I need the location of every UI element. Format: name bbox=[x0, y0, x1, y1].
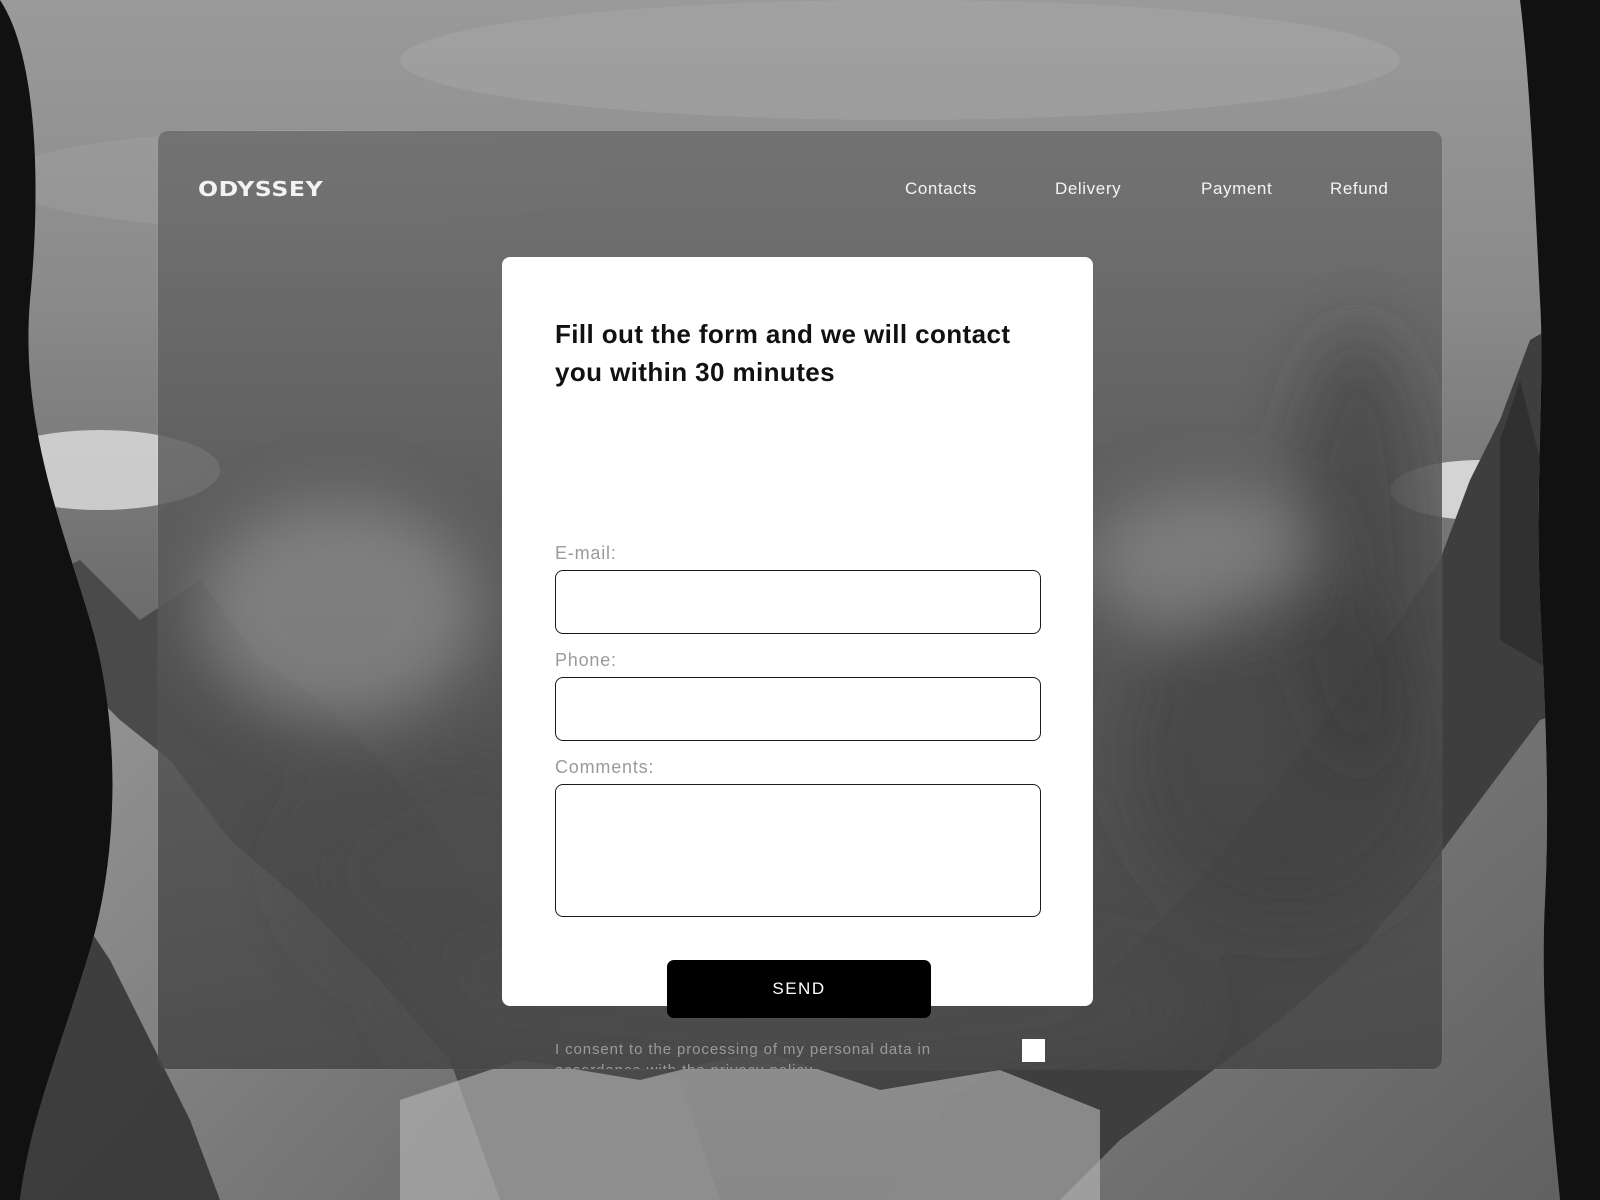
nav-contacts-link[interactable]: Contacts bbox=[905, 179, 977, 199]
form-title: Fill out the form and we will contact yo… bbox=[555, 319, 1011, 387]
frosted-header-panel: ODYSSEY Contacts Delivery Payment Refund… bbox=[158, 131, 1442, 1069]
phone-label: Phone: bbox=[555, 650, 617, 670]
top-navigation: Contacts Delivery Payment Refund bbox=[158, 179, 1442, 203]
nav-refund-link[interactable]: Refund bbox=[1330, 179, 1388, 199]
consent-text: I consent to the processing of my person… bbox=[555, 1041, 932, 1069]
send-button[interactable]: SEND bbox=[667, 960, 931, 1018]
comments-textarea[interactable] bbox=[555, 784, 1041, 917]
comments-label: Comments: bbox=[555, 757, 655, 777]
phone-input[interactable] bbox=[555, 677, 1041, 741]
nav-delivery-link[interactable]: Delivery bbox=[1055, 179, 1121, 199]
email-input[interactable] bbox=[555, 570, 1041, 634]
consent-checkbox[interactable] bbox=[1021, 1038, 1046, 1063]
email-label: E-mail: bbox=[555, 543, 617, 563]
nav-payment-link[interactable]: Payment bbox=[1201, 179, 1272, 199]
contact-form-card: Fill out the form and we will contact yo… bbox=[502, 257, 1093, 1069]
